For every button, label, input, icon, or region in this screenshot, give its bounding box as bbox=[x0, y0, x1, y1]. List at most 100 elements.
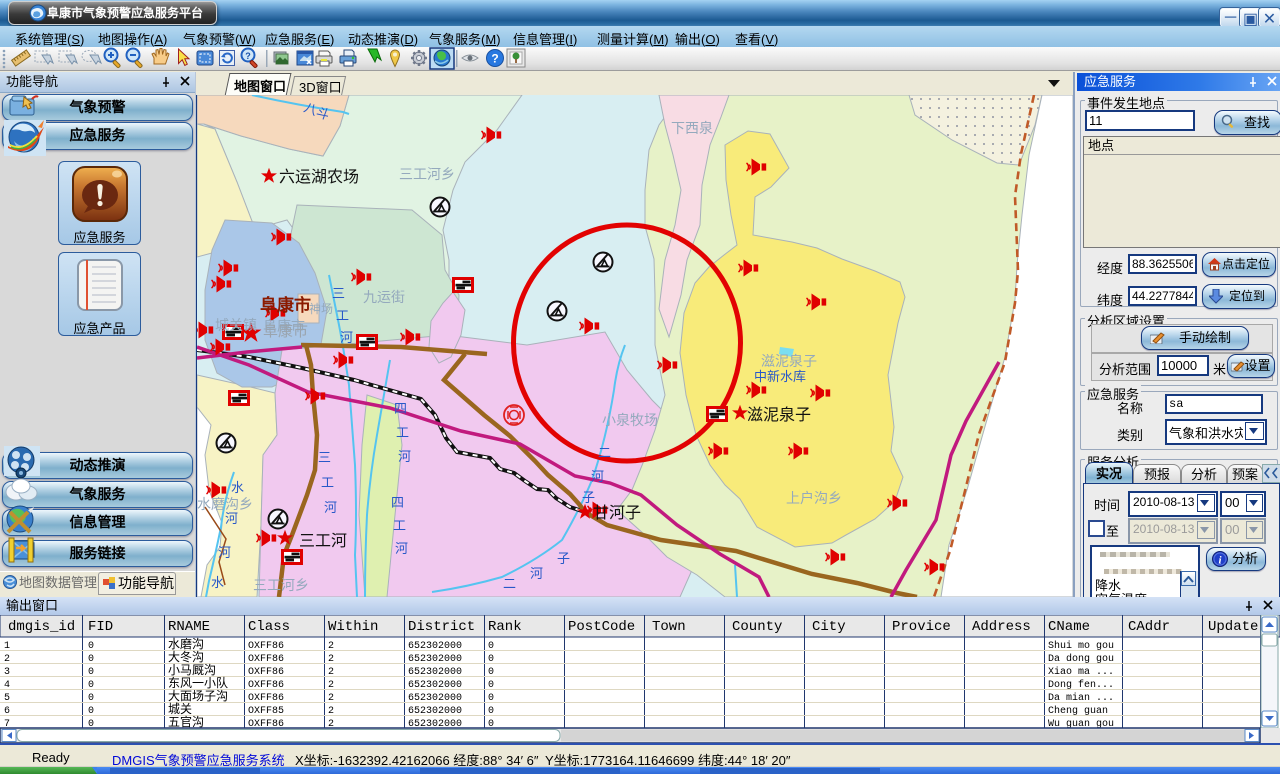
svg-text:1: 1 bbox=[4, 641, 10, 652]
svg-text:四: 四 bbox=[391, 495, 404, 510]
svg-text:滋泥泉子: 滋泥泉子 bbox=[747, 406, 811, 424]
svg-text:652302000: 652302000 bbox=[408, 706, 462, 717]
svg-text:阜康市: 阜康市 bbox=[263, 323, 308, 340]
svg-text:Da dong gou: Da dong gou bbox=[1048, 653, 1114, 665]
svg-text:City: City bbox=[812, 619, 846, 635]
svg-text:河: 河 bbox=[340, 330, 353, 345]
svg-text:Town: Town bbox=[652, 619, 686, 635]
svg-text:?: ? bbox=[491, 52, 498, 66]
svg-text:District: District bbox=[408, 619, 475, 635]
svg-text:二: 二 bbox=[503, 576, 516, 591]
svg-text:Xiao ma ...: Xiao ma ... bbox=[1048, 666, 1114, 678]
svg-text:652302000: 652302000 bbox=[408, 641, 462, 652]
svg-text:6: 6 bbox=[4, 706, 10, 717]
svg-text:城关镇: 城关镇 bbox=[215, 317, 257, 333]
svg-text:六运湖农场: 六运湖农场 bbox=[279, 168, 359, 186]
svg-text:652302000: 652302000 bbox=[408, 667, 462, 678]
svg-text:Address: Address bbox=[972, 619, 1031, 635]
svg-text:0: 0 bbox=[88, 706, 94, 717]
svg-text:三工河乡: 三工河乡 bbox=[253, 577, 309, 593]
svg-text:二: 二 bbox=[598, 445, 611, 460]
svg-text:Cheng guan: Cheng guan bbox=[1048, 705, 1108, 717]
svg-text:子: 子 bbox=[582, 490, 595, 505]
svg-text:dmgis_id: dmgis_id bbox=[8, 619, 75, 635]
svg-text:子: 子 bbox=[557, 551, 570, 566]
svg-text:0: 0 bbox=[88, 667, 94, 678]
svg-text:Dong fen...: Dong fen... bbox=[1048, 679, 1114, 691]
svg-text:0: 0 bbox=[88, 693, 94, 704]
svg-text:河: 河 bbox=[218, 545, 231, 560]
svg-text:0: 0 bbox=[488, 641, 494, 652]
svg-text:OXFF86: OXFF86 bbox=[248, 680, 284, 691]
svg-text:2: 2 bbox=[328, 680, 334, 691]
svg-text:九运街: 九运街 bbox=[363, 289, 405, 305]
svg-text:上户沟乡: 上户沟乡 bbox=[786, 490, 842, 506]
svg-text:OXFF85: OXFF85 bbox=[248, 706, 284, 717]
svg-text:小马厩沟: 小马厩沟 bbox=[168, 663, 216, 677]
svg-text:Shui mo gou: Shui mo gou bbox=[1048, 640, 1114, 652]
svg-text:RNAME: RNAME bbox=[168, 619, 210, 635]
svg-text:OXFF86: OXFF86 bbox=[248, 641, 284, 652]
svg-text:2: 2 bbox=[4, 654, 10, 665]
svg-text:河: 河 bbox=[398, 449, 411, 464]
svg-text:652302000: 652302000 bbox=[408, 693, 462, 704]
svg-text:CAddr: CAddr bbox=[1128, 619, 1170, 635]
svg-text:三工河: 三工河 bbox=[299, 532, 347, 550]
svg-text:Rank: Rank bbox=[488, 619, 522, 635]
svg-text:0: 0 bbox=[88, 680, 94, 691]
svg-text:工: 工 bbox=[393, 518, 406, 533]
svg-text:河: 河 bbox=[530, 566, 543, 581]
svg-text:652302000: 652302000 bbox=[408, 654, 462, 665]
svg-text:滋泥泉子: 滋泥泉子 bbox=[761, 353, 817, 369]
svg-text:水: 水 bbox=[211, 575, 224, 590]
svg-text:5: 5 bbox=[4, 693, 10, 704]
svg-text:水磨沟: 水磨沟 bbox=[168, 637, 204, 651]
svg-text:2: 2 bbox=[328, 693, 334, 704]
svg-text:PostCode: PostCode bbox=[568, 619, 635, 635]
svg-text:Da mian ...: Da mian ... bbox=[1048, 692, 1114, 704]
svg-text:中新水库: 中新水库 bbox=[754, 369, 806, 384]
svg-text:2: 2 bbox=[328, 667, 334, 678]
svg-text:2: 2 bbox=[328, 706, 334, 717]
svg-text:河: 河 bbox=[591, 469, 604, 484]
svg-text:城关: 城关 bbox=[168, 702, 192, 716]
svg-text:水: 水 bbox=[231, 480, 244, 495]
svg-text:甘河子: 甘河子 bbox=[593, 504, 641, 522]
svg-text:工: 工 bbox=[396, 425, 409, 440]
svg-text:652302000: 652302000 bbox=[408, 680, 462, 691]
svg-text:0: 0 bbox=[488, 706, 494, 717]
svg-text:神场: 神场 bbox=[309, 302, 333, 316]
svg-text:4: 4 bbox=[4, 680, 10, 691]
svg-text:CName: CName bbox=[1048, 619, 1090, 635]
svg-text:工: 工 bbox=[321, 475, 334, 490]
svg-text:OXFF86: OXFF86 bbox=[248, 667, 284, 678]
svg-text:三: 三 bbox=[332, 286, 345, 301]
svg-text:水磨沟乡: 水磨沟乡 bbox=[197, 496, 253, 512]
svg-text:四: 四 bbox=[394, 401, 407, 416]
svg-text:0: 0 bbox=[88, 641, 94, 652]
svg-text:三工河乡: 三工河乡 bbox=[399, 166, 455, 182]
svg-text:下西泉: 下西泉 bbox=[671, 120, 713, 136]
svg-text:?: ? bbox=[245, 51, 251, 61]
svg-text:大面场子沟: 大面场子沟 bbox=[168, 689, 228, 703]
svg-text:0: 0 bbox=[488, 693, 494, 704]
svg-text:小泉牧场: 小泉牧场 bbox=[602, 412, 658, 428]
svg-text:大冬沟: 大冬沟 bbox=[168, 649, 204, 664]
svg-text:0: 0 bbox=[488, 667, 494, 678]
svg-text:Provice: Provice bbox=[892, 619, 951, 635]
svg-text:OXFF86: OXFF86 bbox=[248, 693, 284, 704]
svg-text:0: 0 bbox=[88, 654, 94, 665]
svg-text:Update: Update bbox=[1208, 619, 1258, 635]
svg-text:河: 河 bbox=[225, 511, 238, 526]
svg-text:阜康市: 阜康市 bbox=[260, 295, 311, 315]
svg-text:Class: Class bbox=[248, 619, 290, 635]
svg-text:0: 0 bbox=[488, 680, 494, 691]
svg-text:2: 2 bbox=[328, 641, 334, 652]
svg-text:河: 河 bbox=[395, 541, 408, 556]
svg-text:东风一小队: 东风一小队 bbox=[168, 675, 228, 690]
svg-text:County: County bbox=[732, 619, 782, 635]
svg-text:0: 0 bbox=[488, 654, 494, 665]
svg-text:FID: FID bbox=[88, 619, 113, 635]
svg-text:工: 工 bbox=[336, 308, 349, 323]
svg-text:三: 三 bbox=[318, 450, 331, 465]
